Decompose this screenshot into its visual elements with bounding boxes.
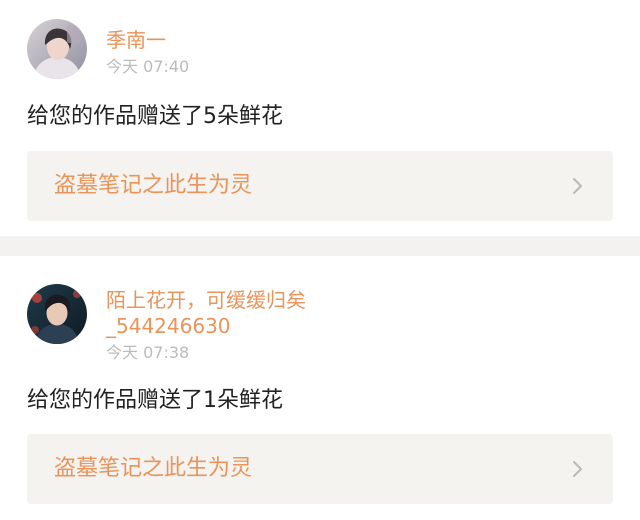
avatar[interactable]: [27, 284, 87, 344]
work-link-card[interactable]: 盗墓笔记之此生为灵: [27, 434, 613, 504]
chevron-right-icon: [567, 459, 587, 479]
notification-card: 陌上花开，可缓缓归矣 _544246630 今天 07:38 给您的作品赠送了1…: [0, 256, 640, 520]
work-link-card[interactable]: 盗墓笔记之此生为灵: [27, 151, 613, 221]
chevron-right-icon: [567, 176, 587, 196]
gift-message: 给您的作品赠送了5朵鲜花: [27, 104, 283, 129]
user-name[interactable]: 季南一: [106, 27, 166, 53]
user-name-suffix[interactable]: _544246630: [106, 313, 231, 339]
work-title: 盗墓笔记之此生为灵: [54, 456, 253, 481]
timestamp: 今天 07:40: [106, 57, 190, 76]
notification-card: 季南一 今天 07:40 给您的作品赠送了5朵鲜花 盗墓笔记之此生为灵: [0, 0, 640, 236]
work-title: 盗墓笔记之此生为灵: [54, 173, 253, 198]
timestamp: 今天 07:38: [106, 343, 190, 362]
section-divider: [0, 236, 640, 256]
avatar[interactable]: [27, 19, 87, 79]
gift-message: 给您的作品赠送了1朵鲜花: [27, 388, 283, 413]
user-name[interactable]: 陌上花开，可缓缓归矣: [106, 287, 306, 313]
gift-notification-feed: 季南一 今天 07:40 给您的作品赠送了5朵鲜花 盗墓笔记之此生为灵 陌上花开…: [0, 0, 640, 520]
